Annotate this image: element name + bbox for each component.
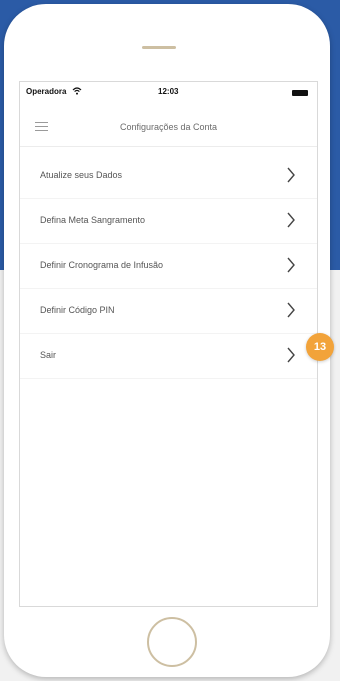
chevron-right-icon (287, 257, 295, 273)
callout-number-badge: 13 (306, 333, 334, 361)
carrier-label: Operadora (26, 87, 67, 96)
status-bar: Operadora 12:03 (20, 82, 317, 104)
chevron-right-icon (287, 212, 295, 228)
settings-list: Atualize seus Dados Defina Meta Sangrame… (20, 154, 317, 379)
app-screen: Operadora 12:03 Configurações da Conta A… (19, 81, 318, 607)
menu-item-label: Defina Meta Sangramento (40, 215, 146, 225)
menu-item-label: Atualize seus Dados (40, 170, 123, 180)
menu-item-label: Definir Código PIN (40, 305, 115, 315)
phone-frame: Operadora 12:03 Configurações da Conta A… (4, 4, 330, 677)
menu-item-logout[interactable]: Sair (20, 334, 317, 379)
chevron-right-icon (287, 302, 295, 318)
wifi-icon (72, 87, 82, 97)
menu-item-update-data[interactable]: Atualize seus Dados (20, 154, 317, 199)
chevron-right-icon (287, 347, 295, 363)
phone-speaker (142, 46, 176, 49)
home-button[interactable] (147, 617, 197, 667)
menu-item-label: Sair (40, 350, 57, 360)
menu-item-bleeding-goal[interactable]: Defina Meta Sangramento (20, 199, 317, 244)
menu-item-pin-code[interactable]: Definir Código PIN (20, 289, 317, 334)
status-time: 12:03 (158, 87, 179, 96)
menu-item-infusion-schedule[interactable]: Definir Cronograma de Infusão (20, 244, 317, 289)
nav-bar: Configurações da Conta (20, 106, 317, 147)
menu-item-label: Definir Cronograma de Infusão (40, 260, 164, 270)
chevron-right-icon (287, 167, 295, 183)
battery-icon (292, 90, 308, 96)
page-title: Configurações da Conta (119, 122, 218, 132)
